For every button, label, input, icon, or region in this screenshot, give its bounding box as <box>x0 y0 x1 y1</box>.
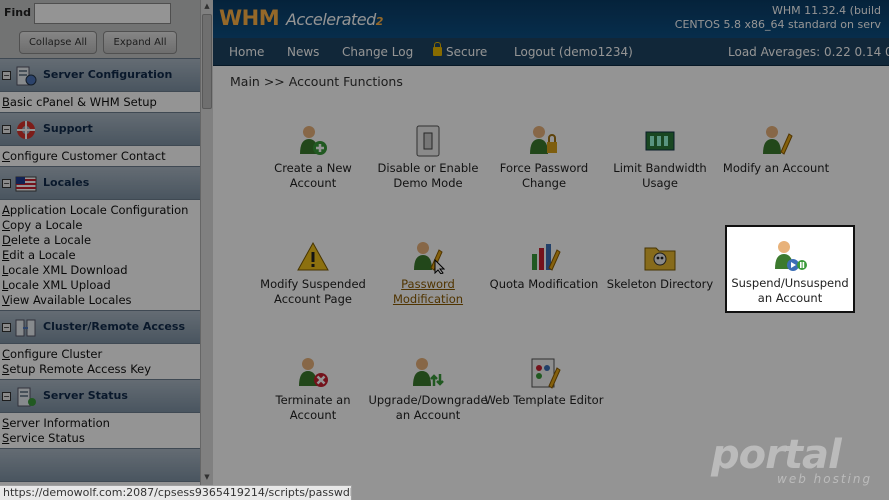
nav-logout[interactable]: Logout (demo1234) <box>514 45 633 59</box>
section-server-configuration[interactable]: − Server Configuration <box>0 58 200 92</box>
nav-home[interactable]: Home <box>229 45 264 59</box>
load-averages: Load Averages: 0.22 0.14 0 <box>728 45 889 59</box>
warning-icon <box>297 241 329 271</box>
function-web-template-editor[interactable]: Web Template Editor <box>484 356 604 408</box>
function-limit-bandwidth[interactable]: Limit Bandwidth Usage <box>600 124 720 191</box>
sidebar-item[interactable]: Setup Remote Access Key <box>2 362 200 377</box>
spotlight-box: Suspend/Unsuspend an Account <box>725 225 855 313</box>
quota-icon <box>532 244 561 271</box>
server-status-icon <box>17 387 36 407</box>
sidebar-item[interactable]: Application Locale Configuration <box>2 203 200 218</box>
function-suspended-page[interactable]: Modify Suspended Account Page <box>253 240 373 307</box>
section-items: Configure Cluster Setup Remote Access Ke… <box>0 344 200 379</box>
function-quota-modification[interactable]: Quota Modification <box>484 240 604 292</box>
section-next[interactable] <box>0 448 200 482</box>
collapse-icon[interactable]: − <box>2 125 11 134</box>
function-skeleton-directory[interactable]: Skeleton Directory <box>600 240 720 292</box>
create-account-icon <box>300 126 327 155</box>
scroll-up-icon[interactable]: ▲ <box>202 2 212 12</box>
section-cluster-remote-access[interactable]: − Cluster/Remote Access <box>0 310 200 344</box>
flag-icon <box>15 176 37 192</box>
server-config-icon <box>16 66 37 86</box>
sidebar-item[interactable]: Configure Cluster <box>2 347 200 362</box>
scroll-down-icon[interactable]: ▼ <box>202 473 212 483</box>
expand-all-button[interactable]: Expand All <box>103 31 177 54</box>
collapse-icon[interactable]: − <box>2 323 11 332</box>
function-terminate-account[interactable]: Terminate an Account <box>253 356 373 423</box>
sidebar-item[interactable]: Locale XML Upload <box>2 278 200 293</box>
nav-news[interactable]: News <box>287 45 319 59</box>
section-title: Locales <box>43 176 90 189</box>
section-server-status[interactable]: − Server Status <box>0 379 200 413</box>
function-modify-account[interactable]: Modify an Account <box>716 124 836 176</box>
password-modification-icon <box>414 242 445 274</box>
portal-watermark: portal web hosting <box>711 432 872 486</box>
upgrade-downgrade-icon <box>413 358 444 386</box>
terminate-account-icon <box>299 358 328 387</box>
version-info: WHM 11.32.4 (build <box>772 4 881 17</box>
header: WHM Accelerated2 WHM 11.32.4 (build CENT… <box>213 0 889 38</box>
find-row: Find <box>0 0 200 28</box>
sidebar: Find Collapse All Expand All − Server Co… <box>0 0 200 485</box>
sidebar-scrollbar[interactable]: ▲ ▼ <box>200 0 213 485</box>
section-items: Application Locale Configuration Copy a … <box>0 200 200 310</box>
section-items: Server Information Service Status <box>0 413 200 448</box>
sidebar-item[interactable]: Locale XML Download <box>2 263 200 278</box>
section-title: Server Status <box>43 389 128 402</box>
section-items: Basic cPanel & WHM Setup <box>0 92 200 112</box>
function-create-account[interactable]: Create a New Account <box>253 124 373 191</box>
os-info: CENTOS 5.8 x86_64 standard on serv <box>674 18 881 31</box>
section-locales[interactable]: − Locales <box>0 166 200 200</box>
sidebar-item[interactable]: Configure Customer Contact <box>2 149 200 164</box>
logo-main: WHM <box>219 6 280 30</box>
find-input[interactable] <box>34 3 171 24</box>
sidebar-button-row: Collapse All Expand All <box>0 28 200 58</box>
function-password-modification[interactable]: Password Modification <box>368 240 488 307</box>
collapse-icon[interactable]: − <box>2 392 11 401</box>
status-bar-url: https://demowolf.com:2087/cpsess93654192… <box>0 485 352 500</box>
force-password-icon <box>530 126 557 154</box>
breadcrumb: Main >> Account Functions <box>230 74 403 89</box>
skeleton-directory-icon <box>644 247 676 271</box>
function-suspend-unsuspend[interactable]: Suspend/Unsuspend an Account <box>727 239 853 306</box>
template-editor-icon <box>531 358 561 389</box>
sidebar-item[interactable]: Server Information <box>2 416 200 431</box>
logo-sub: Accelerated <box>285 10 376 29</box>
section-title: Cluster/Remote Access <box>43 320 185 333</box>
collapse-icon[interactable]: − <box>2 179 11 188</box>
logo-num: 2 <box>375 15 384 28</box>
section-title: Server Configuration <box>43 68 173 81</box>
sidebar-item[interactable]: Service Status <box>2 431 200 446</box>
sidebar-item[interactable]: Edit a Locale <box>2 248 200 263</box>
modify-account-icon <box>763 126 793 155</box>
lock-icon <box>433 42 442 56</box>
navbar: Home News Change Log Secure Logout (demo… <box>213 38 889 66</box>
section-items: Configure Customer Contact <box>0 146 200 166</box>
cluster-icon <box>15 319 36 337</box>
collapse-icon[interactable]: − <box>2 71 11 80</box>
sidebar-item[interactable]: Delete a Locale <box>2 233 200 248</box>
section-support[interactable]: − Support <box>0 112 200 146</box>
sidebar-item[interactable]: Basic cPanel & WHM Setup <box>2 95 200 110</box>
function-demo-mode[interactable]: Disable or Enable Demo Mode <box>368 124 488 191</box>
watermark-sub: web hosting <box>777 472 873 486</box>
section-title: Support <box>43 122 93 135</box>
nav-secure-label: Secure <box>446 45 488 59</box>
lifebuoy-icon <box>17 121 35 139</box>
switch-icon <box>416 125 440 157</box>
nav-secure[interactable]: Secure <box>433 42 488 59</box>
bandwidth-icon <box>645 131 675 151</box>
sidebar-item[interactable]: View Available Locales <box>2 293 200 308</box>
find-label: Find <box>4 6 31 19</box>
function-force-password[interactable]: Force Password Change <box>484 124 604 191</box>
function-upgrade-downgrade[interactable]: Upgrade/Downgrade an Account <box>368 356 488 423</box>
scrollbar-thumb[interactable] <box>202 14 212 109</box>
collapse-all-button[interactable]: Collapse All <box>19 31 97 54</box>
sidebar-item[interactable]: Copy a Locale <box>2 218 200 233</box>
suspend-unsuspend-icon <box>775 241 807 271</box>
nav-change-log[interactable]: Change Log <box>342 45 413 59</box>
whm-logo: WHM Accelerated2 <box>219 6 383 30</box>
